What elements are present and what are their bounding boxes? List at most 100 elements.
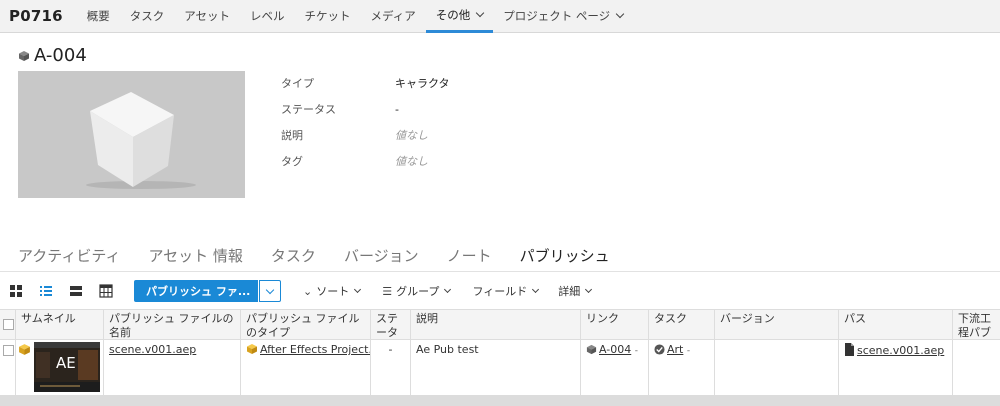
header-type[interactable]: パブリッシュ ファイルのタイプ — [241, 309, 371, 340]
header-path[interactable]: パス — [839, 309, 953, 340]
ae-label: AE — [56, 354, 76, 372]
publish-dropdown-button[interactable] — [259, 280, 281, 302]
nav-other-label: その他 — [435, 7, 471, 22]
field-value[interactable]: 値なし — [395, 127, 428, 143]
entity-name: A-004 — [34, 45, 87, 66]
chevron-down-icon — [532, 285, 540, 293]
field-status: ステータス - — [281, 96, 450, 122]
version-cell[interactable] — [715, 340, 839, 395]
tab-tasks[interactable]: タスク — [271, 245, 316, 266]
project-name[interactable]: P0716 — [0, 7, 77, 25]
published-file-icon — [19, 344, 30, 355]
status-cell[interactable]: - — [371, 340, 411, 395]
publish-file-button[interactable]: パブリッシュ ファ... — [134, 280, 258, 302]
asset-cube-icon — [19, 50, 29, 61]
entity-fields: タイプ キャラクタ ステータス - 説明 値なし タグ 値なし — [281, 70, 450, 174]
link-cell: A-004 - — [581, 340, 649, 395]
publish-thumbnail[interactable]: AE — [34, 342, 100, 392]
field-value[interactable]: キャラクタ — [395, 75, 450, 91]
detail-label: 詳細 — [558, 285, 581, 298]
group-label: グループ — [396, 285, 440, 298]
link-entity-link[interactable]: A-004 — [599, 343, 631, 356]
nav-overview-label: 概要 — [86, 9, 110, 23]
path-cell: scene.v001.aep — [839, 340, 953, 395]
publish-type-link[interactable]: After Effects Project... — [260, 343, 370, 356]
header-name[interactable]: パブリッシュ ファイルの名前 — [104, 309, 241, 340]
publish-table: サムネイル パブリッシュ ファイルの名前 パブリッシュ ファイルのタイプ ステー… — [0, 309, 1000, 395]
header-link[interactable]: リンク — [581, 309, 649, 340]
file-icon — [845, 343, 854, 356]
grid-view-icon[interactable] — [99, 284, 113, 298]
header-downstream[interactable]: 下流工程パブリッシュ ファイル — [953, 309, 1000, 340]
task-check-icon — [654, 344, 665, 355]
sort-icon: ⌄ — [303, 284, 313, 298]
field-label: タグ — [281, 155, 303, 168]
fields-label: フィールド — [472, 285, 528, 298]
nav-tasks-label: タスク — [129, 9, 165, 23]
tab-versions[interactable]: バージョン — [344, 245, 419, 266]
field-value[interactable]: - — [395, 103, 399, 116]
toolbar: パブリッシュ ファ... ⌄ ソート ☰ グループ フィールド 詳細 — [0, 279, 1000, 303]
nav-other[interactable]: その他 — [425, 0, 494, 33]
horizontal-scrollbar[interactable] — [0, 395, 1000, 406]
asset-cube-icon — [586, 344, 597, 355]
field-tags: タグ 値なし — [281, 148, 450, 174]
nav-project-pages[interactable]: プロジェクト ページ — [493, 0, 633, 33]
nav-tasks[interactable]: タスク — [120, 0, 175, 33]
task-more: - — [686, 346, 691, 356]
chevron-down-icon — [585, 285, 593, 293]
tab-asset-info[interactable]: アセット 情報 — [148, 245, 242, 266]
top-nav: P0716 概要 タスク アセット レベル チケット メディア その他 プロジェ… — [0, 0, 1000, 33]
nav-media-label: メディア — [370, 9, 416, 23]
chevron-down-icon — [475, 8, 485, 17]
task-link[interactable]: Art — [667, 343, 683, 356]
task-cell: Art - — [649, 340, 715, 395]
publish-type-icon — [247, 344, 257, 354]
tab-activity[interactable]: アクティビティ — [18, 245, 120, 266]
tab-notes[interactable]: ノート — [447, 245, 492, 266]
select-all-header — [0, 309, 16, 340]
path-link[interactable]: scene.v001.aep — [857, 344, 944, 357]
select-all-checkbox[interactable] — [3, 319, 14, 330]
detail-menu[interactable]: 詳細 — [558, 283, 593, 299]
header-task[interactable]: タスク — [649, 309, 715, 340]
chevron-down-icon — [444, 285, 452, 293]
downstream-cell[interactable] — [953, 340, 1000, 395]
nav-tickets[interactable]: チケット — [295, 0, 361, 33]
field-type: タイプ キャラクタ — [281, 70, 450, 96]
fields-menu[interactable]: フィールド — [472, 283, 540, 299]
cube-placeholder-icon — [86, 92, 196, 189]
tab-publishes[interactable]: パブリッシュ — [520, 245, 610, 266]
field-label: ステータス — [281, 103, 336, 116]
header-version[interactable]: バージョン — [715, 309, 839, 340]
nav-levels[interactable]: レベル — [240, 0, 295, 33]
nav-levels-label: レベル — [250, 9, 285, 23]
row-select-cell — [0, 340, 16, 395]
group-icon: ☰ — [382, 284, 393, 298]
row-checkbox[interactable] — [3, 345, 14, 356]
type-cell: After Effects Project... — [241, 340, 371, 395]
field-value[interactable]: 値なし — [395, 153, 428, 169]
header-description[interactable]: 説明 — [411, 309, 581, 340]
sort-menu[interactable]: ⌄ ソート — [303, 283, 362, 299]
description-cell[interactable]: Ae Pub test — [411, 340, 581, 395]
detail-view-icon[interactable] — [69, 284, 83, 298]
chevron-down-icon — [615, 9, 625, 19]
chevron-down-icon — [265, 285, 275, 294]
list-view-icon[interactable] — [39, 284, 53, 298]
group-menu[interactable]: ☰ グループ — [382, 283, 452, 299]
nav-assets-label: アセット — [184, 9, 231, 23]
header-status[interactable]: ステータス — [371, 309, 411, 340]
header-thumbnail[interactable]: サムネイル — [16, 309, 104, 340]
thumbnail-view-icon[interactable] — [9, 284, 23, 298]
nav-assets[interactable]: アセット — [174, 0, 240, 33]
entity-thumbnail[interactable] — [18, 71, 245, 198]
nav-media[interactable]: メディア — [361, 0, 426, 33]
publish-name-link[interactable]: scene.v001.aep — [109, 343, 196, 356]
field-label: 説明 — [281, 129, 303, 142]
field-label: タイプ — [281, 77, 314, 90]
field-description: 説明 値なし — [281, 122, 450, 148]
nav-overview[interactable]: 概要 — [77, 0, 120, 33]
entity-title: A-004 — [18, 45, 87, 66]
nav-tickets-label: チケット — [304, 9, 351, 23]
